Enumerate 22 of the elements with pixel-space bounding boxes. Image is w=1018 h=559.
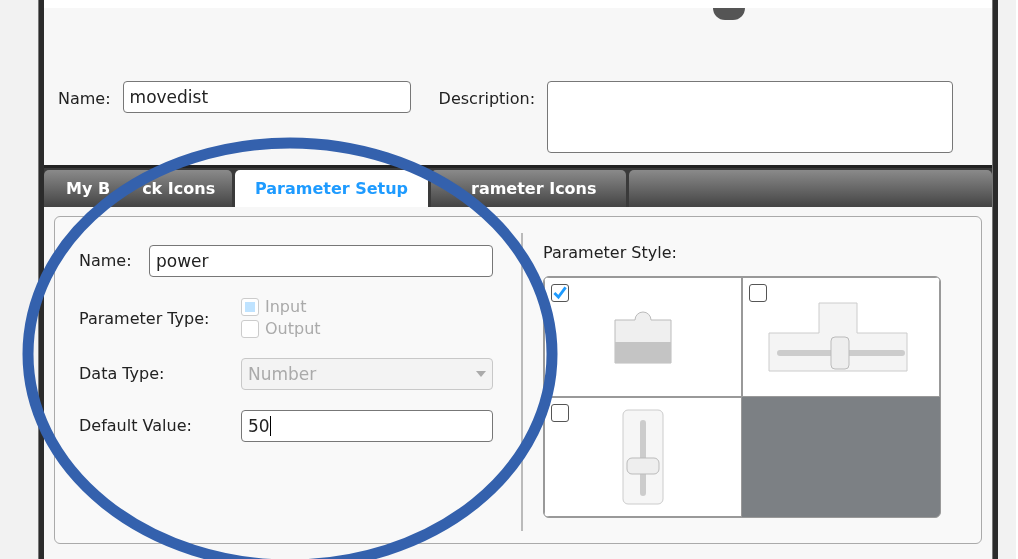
section-label: Parameter Style: [543, 243, 678, 262]
field-label: Data Type: [79, 363, 166, 383]
field-label: Name: [58, 88, 111, 108]
tab[interactable]: Parameter Setup [235, 170, 428, 207]
checkbox-label: Output [265, 319, 321, 338]
field-label: Description: [438, 88, 536, 108]
knob-icon [713, 8, 745, 20]
checkbox[interactable] [551, 284, 569, 302]
checkbox[interactable] [749, 284, 767, 302]
parameter-name-field[interactable]: power [149, 245, 493, 277]
checkbox[interactable] [551, 404, 569, 422]
field-label: Name: [79, 250, 133, 270]
default-value-field[interactable]: 50 [241, 410, 493, 442]
field-label: Default Value: [79, 415, 193, 435]
block-icon [614, 310, 672, 364]
tab[interactable]: rameter Icons [431, 170, 626, 207]
style-option[interactable] [544, 277, 742, 397]
field-label: Parameter Type: [79, 308, 211, 328]
checkbox-label: Input [265, 297, 307, 316]
vertical-slider-icon [621, 408, 665, 506]
description-field[interactable] [547, 81, 954, 153]
name-field[interactable]: movedist [122, 81, 411, 113]
